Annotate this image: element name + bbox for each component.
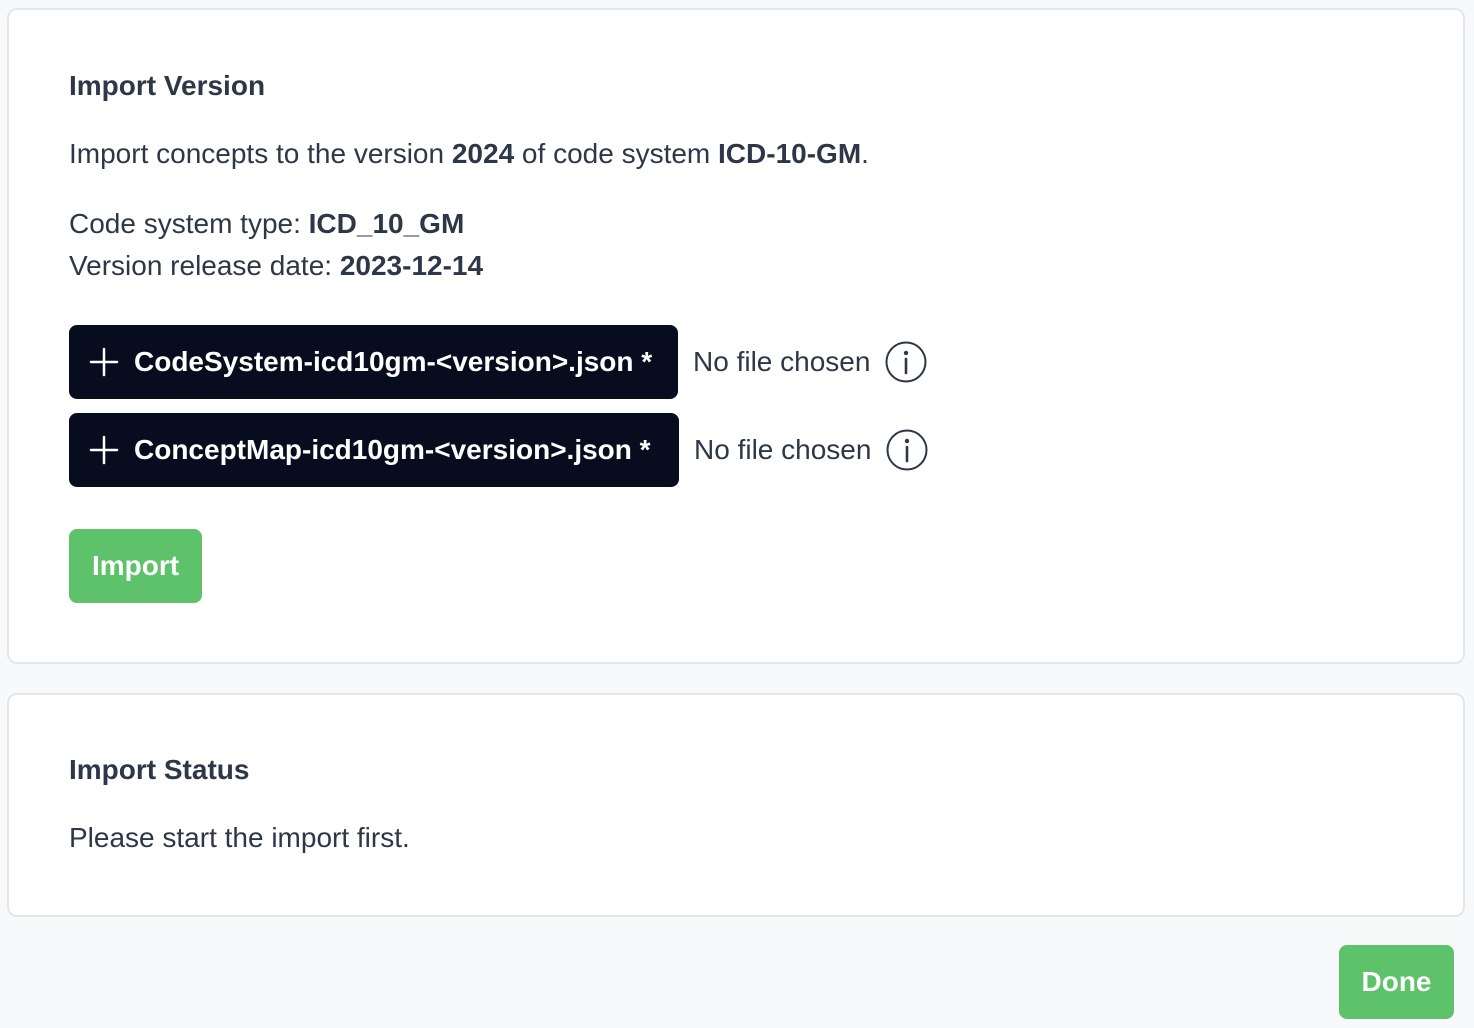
import-intro-text: Import concepts to the version 2024 of c… — [69, 140, 869, 168]
codesystem-file-row: CodeSystem-icd10gm-<version>.json * No f… — [69, 325, 928, 399]
code-system-type-line: Code system type: ICD_10_GM — [69, 210, 464, 238]
version-value: 2024 — [451, 138, 515, 169]
info-icon[interactable] — [885, 428, 929, 472]
plus-icon — [89, 347, 119, 377]
conceptmap-file-label: ConceptMap-icd10gm-<version>.json * — [134, 434, 651, 465]
intro-suffix: . — [861, 138, 869, 169]
code-system-value: ICD-10-GM — [718, 138, 862, 169]
info-icon[interactable] — [884, 340, 928, 384]
conceptmap-file-status: No file chosen — [694, 434, 872, 465]
codesystem-file-label: CodeSystem-icd10gm-<version>.json * — [134, 346, 653, 377]
conceptmap-file-button[interactable]: ConceptMap-icd10gm-<version>.json * — [69, 413, 679, 487]
import-button[interactable]: Import — [69, 529, 202, 603]
intro-middle: of code system — [514, 138, 719, 169]
codesystem-file-button[interactable]: CodeSystem-icd10gm-<version>.json * — [69, 325, 678, 399]
codesystem-file-status: No file chosen — [693, 346, 871, 377]
code-system-type-label: Code system type: — [69, 208, 309, 239]
intro-prefix: Import concepts to the version — [69, 138, 452, 169]
import-version-card: Import Version Import concepts to the ve… — [7, 8, 1465, 664]
import-status-title: Import Status — [69, 754, 250, 785]
release-date-value: 2023-12-14 — [339, 250, 484, 281]
release-date-line: Version release date: 2023-12-14 — [69, 252, 483, 280]
import-version-title: Import Version — [69, 70, 266, 101]
done-button[interactable]: Done — [1339, 945, 1454, 1019]
release-date-label: Version release date: — [69, 250, 340, 281]
code-system-type-value: ICD_10_GM — [308, 208, 465, 239]
import-status-card: Import Status Please start the import fi… — [7, 693, 1465, 917]
import-status-message: Please start the import first. — [69, 822, 410, 853]
conceptmap-file-row: ConceptMap-icd10gm-<version>.json * No f… — [69, 413, 929, 487]
plus-icon — [89, 435, 119, 465]
